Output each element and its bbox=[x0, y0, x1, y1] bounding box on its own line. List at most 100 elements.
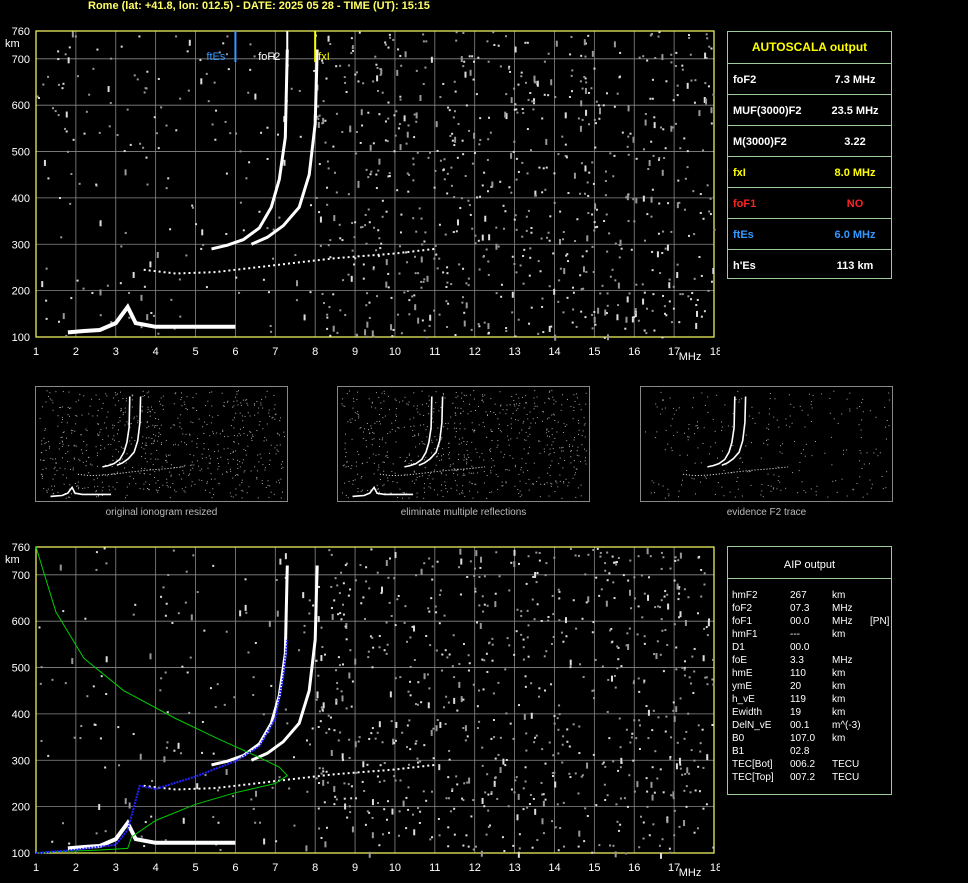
noise-dot bbox=[581, 617, 584, 620]
noise-dot bbox=[455, 39, 458, 42]
noise-dot bbox=[339, 309, 342, 312]
thumbnail-noise-dot bbox=[120, 446, 122, 448]
x-tick-label: 10 bbox=[389, 346, 401, 358]
thumbnail-noise-dot bbox=[529, 426, 531, 428]
noise-dot bbox=[214, 138, 217, 141]
thumbnail-noise-dot bbox=[359, 427, 361, 429]
noise-dot bbox=[482, 255, 485, 258]
thumbnail-noise-dot bbox=[108, 485, 110, 487]
thumbnail-noise-dot bbox=[470, 459, 472, 461]
noise-dot bbox=[676, 583, 679, 590]
noise-dot bbox=[426, 673, 429, 676]
noise-dot bbox=[336, 584, 339, 587]
thumbnail-noise-dot bbox=[827, 496, 829, 498]
noise-dot bbox=[598, 112, 601, 115]
noise-dot bbox=[329, 239, 332, 242]
noise-dot bbox=[558, 713, 561, 716]
noise-dot bbox=[554, 334, 557, 341]
noise-dot bbox=[99, 314, 102, 317]
noise-dot bbox=[354, 741, 357, 748]
aip-value: 00.0 bbox=[790, 616, 810, 627]
noise-dot bbox=[687, 596, 690, 599]
noise-dot bbox=[653, 791, 656, 794]
noise-dot bbox=[384, 41, 387, 44]
noise-dot bbox=[687, 34, 690, 37]
noise-dot bbox=[513, 87, 516, 90]
noise-dot bbox=[599, 551, 602, 554]
noise-dot bbox=[696, 612, 699, 615]
noise-dot bbox=[593, 316, 596, 323]
noise-dot bbox=[616, 820, 619, 823]
noise-dot bbox=[481, 184, 484, 187]
noise-dot bbox=[430, 597, 433, 600]
noise-dot bbox=[626, 194, 629, 201]
noise-dot bbox=[544, 188, 547, 191]
thumbnail-noise-dot bbox=[150, 453, 152, 455]
noise-dot bbox=[200, 247, 203, 250]
thumbnail-noise-dot bbox=[131, 399, 133, 401]
noise-dot bbox=[481, 595, 484, 598]
noise-dot bbox=[706, 683, 709, 686]
thumbnail-noise-dot bbox=[62, 443, 64, 445]
noise-dot bbox=[406, 261, 409, 264]
thumbnail-noise-dot bbox=[691, 477, 693, 479]
noise-dot bbox=[492, 31, 495, 34]
noise-dot bbox=[413, 255, 416, 258]
thumbnail-noise-dot bbox=[724, 404, 726, 406]
thumbnail-noise-dot bbox=[100, 429, 102, 431]
thumbnail-noise-dot bbox=[70, 407, 72, 409]
thumbnail-noise-dot bbox=[233, 441, 235, 443]
thumbnail-noise-dot bbox=[884, 406, 886, 408]
thumbnail-noise-dot bbox=[61, 445, 63, 447]
thumbnail-noise-dot bbox=[88, 413, 90, 415]
noise-dot bbox=[298, 649, 301, 652]
thumbnail-noise-dot bbox=[206, 423, 208, 425]
thumbnail-noise-dot bbox=[375, 407, 377, 409]
thumbnail-noise-dot bbox=[157, 490, 159, 492]
noise-dot bbox=[612, 561, 615, 564]
thumbnail-noise-dot bbox=[262, 428, 264, 430]
noise-dot bbox=[167, 573, 170, 576]
thumbnail-noise-dot bbox=[142, 395, 144, 397]
noise-dot bbox=[408, 313, 411, 316]
noise-dot bbox=[421, 319, 424, 322]
y-tick-label: 700 bbox=[12, 54, 30, 66]
noise-dot bbox=[178, 278, 181, 281]
noise-dot bbox=[371, 727, 374, 730]
noise-dot bbox=[541, 191, 544, 194]
noise-dot bbox=[577, 845, 580, 848]
thumbnail-noise-dot bbox=[280, 463, 282, 465]
noise-dot bbox=[272, 257, 275, 260]
noise-dot bbox=[138, 35, 141, 38]
noise-dot bbox=[395, 721, 398, 728]
thumbnail-noise-dot bbox=[363, 431, 365, 433]
thumbnail-noise-dot bbox=[781, 452, 783, 454]
noise-dot bbox=[408, 299, 411, 302]
thumbnail-noise-dot bbox=[656, 431, 658, 433]
noise-dot bbox=[559, 238, 562, 245]
noise-dot bbox=[308, 743, 311, 746]
aip-name: B1 bbox=[732, 746, 745, 757]
noise-dot bbox=[413, 294, 416, 297]
noise-dot bbox=[391, 808, 394, 815]
noise-dot bbox=[139, 753, 142, 760]
thumbnail-noise-dot bbox=[801, 481, 803, 483]
aip-unit: km bbox=[832, 629, 846, 640]
noise-dot bbox=[45, 299, 48, 302]
thumbnail-noise-dot bbox=[738, 401, 740, 403]
thumbnail-noise-dot bbox=[574, 437, 576, 439]
noise-dot bbox=[712, 846, 715, 849]
thumbnail-noise-dot bbox=[54, 458, 56, 460]
thumbnail-noise-dot bbox=[457, 407, 459, 409]
noise-dot bbox=[59, 564, 62, 571]
thumbnail-noise-dot bbox=[153, 433, 155, 435]
thumbnail-noise-dot bbox=[91, 398, 93, 400]
noise-dot bbox=[669, 567, 672, 570]
thumbnail-noise-dot bbox=[789, 426, 791, 428]
noise-dot bbox=[378, 158, 381, 165]
thumbnail-noise-dot bbox=[434, 436, 436, 438]
noise-dot bbox=[332, 145, 335, 148]
noise-dot bbox=[443, 614, 446, 617]
noise-dot bbox=[559, 827, 562, 830]
noise-dot bbox=[575, 325, 578, 328]
